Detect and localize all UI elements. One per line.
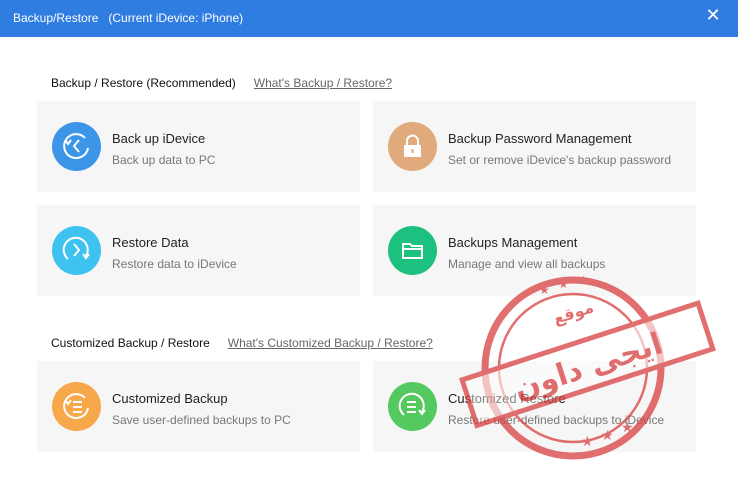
card-subtitle: Set or remove iDevice's backup password [448, 153, 672, 167]
section-title: Customized Backup / Restore [51, 336, 210, 350]
custom-backup-icon [52, 382, 101, 431]
card-subtitle: Restore data to iDevice [112, 257, 237, 271]
folder-icon [388, 226, 437, 275]
restore-circle-icon [52, 226, 101, 275]
card-title: Restore Data [112, 235, 189, 250]
current-device-label: (Current iDevice: iPhone) [108, 11, 244, 25]
card-subtitle: Manage and view all backups [448, 257, 606, 271]
backup-circle-icon [52, 122, 101, 171]
window-title-label: Backup/Restore [13, 11, 99, 25]
card-title: Back up iDevice [112, 131, 206, 146]
custom-restore-icon [388, 382, 437, 431]
close-button[interactable]: ✕ [702, 4, 724, 26]
section-header-customized: Customized Backup / Restore What's Custom… [51, 336, 433, 350]
card-back-up-idevice[interactable]: Back up iDevice Back up data to PC [37, 101, 360, 192]
section-title: Backup / Restore (Recommended) [51, 76, 236, 90]
card-customized-backup[interactable]: Customized Backup Save user-defined back… [37, 361, 360, 452]
card-backup-password-management[interactable]: Backup Password Management Set or remove… [373, 101, 696, 192]
card-backups-management[interactable]: Backups Management Manage and view all b… [373, 205, 696, 296]
card-customized-restore[interactable]: Customized Restore Restore user-defined … [373, 361, 696, 452]
title-bar: Backup/Restore (Current iDevice: iPhone) … [0, 0, 738, 37]
card-title: Backup Password Management [448, 131, 632, 146]
whats-backup-restore-link[interactable]: What's Backup / Restore? [254, 76, 392, 90]
card-restore-data[interactable]: Restore Data Restore data to iDevice [37, 205, 360, 296]
stamp-top-text: موقع [551, 297, 596, 328]
card-subtitle: Save user-defined backups to PC [112, 413, 291, 427]
close-icon: ✕ [705, 5, 721, 25]
whats-customized-backup-restore-link[interactable]: What's Customized Backup / Restore? [228, 336, 433, 350]
card-title: Backups Management [448, 235, 578, 250]
card-subtitle: Restore user-defined backups to iDevice [448, 413, 665, 427]
lock-icon [388, 122, 437, 171]
section-header-backup-restore: Backup / Restore (Recommended) What's Bac… [51, 76, 392, 90]
card-title: Customized Restore [448, 391, 566, 406]
card-subtitle: Back up data to PC [112, 153, 216, 167]
card-title: Customized Backup [112, 391, 228, 406]
window-title: Backup/Restore (Current iDevice: iPhone) [13, 11, 243, 25]
